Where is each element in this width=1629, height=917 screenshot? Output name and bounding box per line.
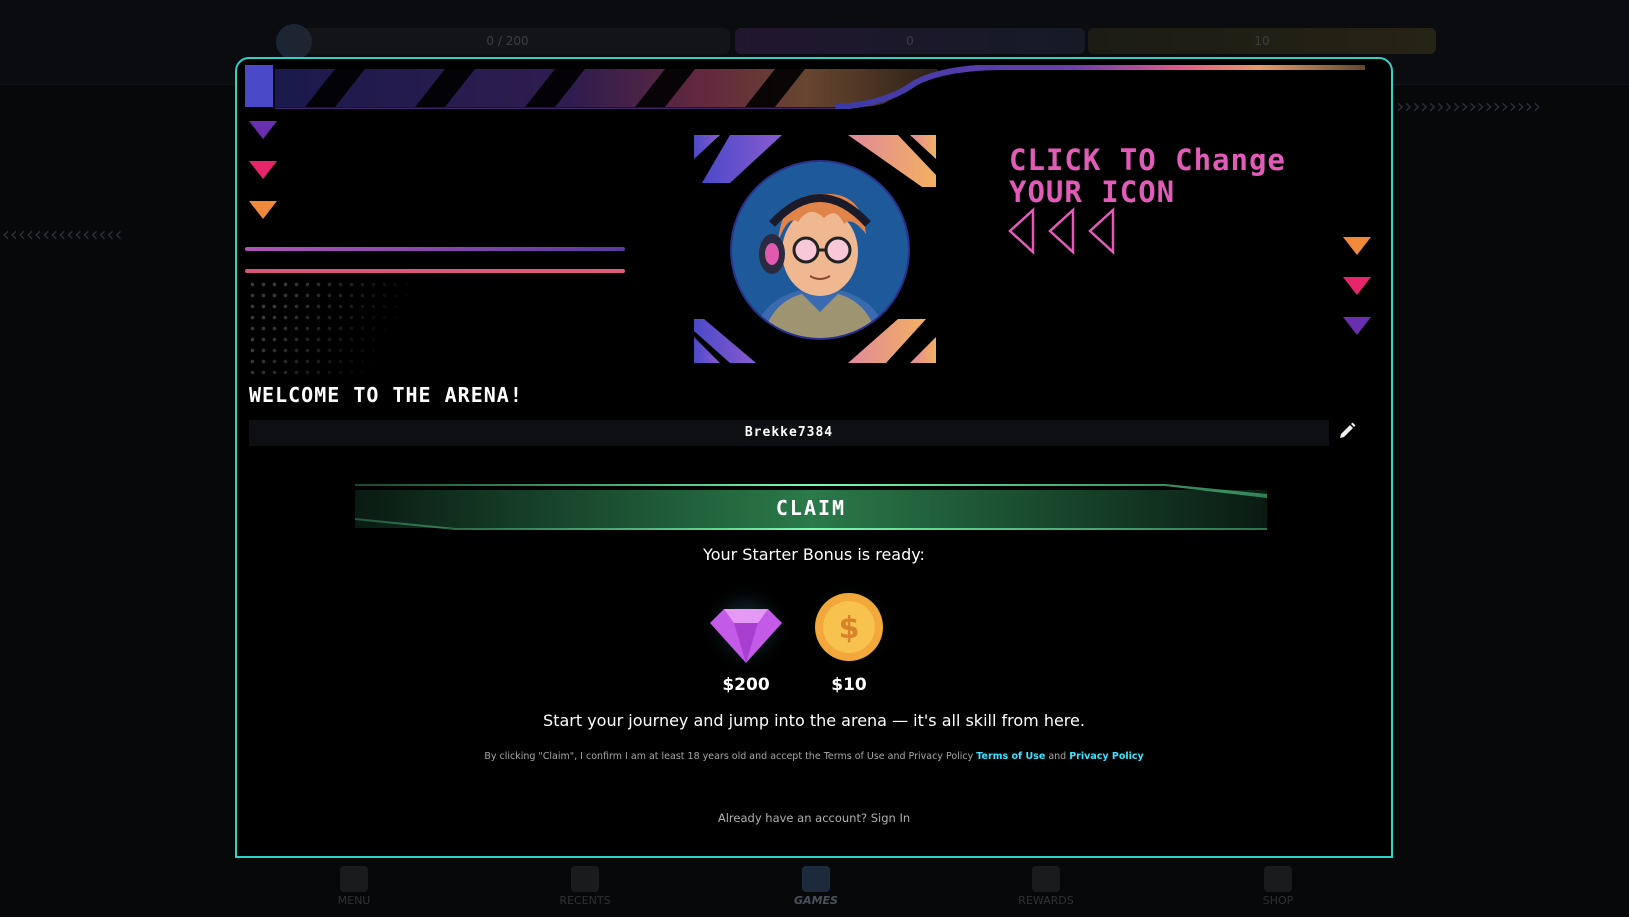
gem-icon [700,581,792,673]
legal-prefix: By clicking "Claim", I confirm I am at l… [484,751,977,762]
privacy-link[interactable]: Privacy Policy [1069,751,1143,762]
dots-decor [247,279,417,374]
left-arrows-icon [1008,207,1115,255]
username-field[interactable]: Brekke7384 [249,420,1329,446]
gems-progress-text: 0 / 200 [486,34,529,48]
triangle-decor [249,201,277,219]
avatar-selector[interactable] [690,131,940,367]
clipboard-icon [571,866,599,892]
change-icon-line2: YOUR ICON [1009,175,1176,209]
coins-stat-bar: 10 [1088,28,1436,54]
triangle-decor [1343,237,1371,255]
coins-stat-text: 10 [1254,34,1270,48]
header-stripe-decor [245,65,1365,109]
nav-recents[interactable]: RECENTS [555,866,615,907]
gems-progress-bar: 0 / 200 [285,28,730,54]
chevrons-decor-right: ›››››››››››››››››› [1394,94,1543,118]
sign-in-link[interactable]: Already have an account? Sign In [237,811,1391,825]
menu-icon [340,866,368,892]
mid-stat-text: 0 [906,34,914,48]
triangle-decor [249,161,277,179]
legal-disclaimer: By clicking "Claim", I confirm I am at l… [237,751,1391,762]
nav-shop[interactable]: SHOP [1248,866,1308,907]
claim-button[interactable]: CLAIM [355,484,1267,532]
claim-label: CLAIM [775,496,847,520]
nav-games-label: GAMES [794,894,838,907]
avatar-image [730,160,910,340]
welcome-modal: CLICK TO Change YOUR ICON WELCOME TO THE… [235,57,1393,858]
nav-rewards[interactable]: REWARDS [1016,866,1076,907]
chevrons-decor-left: ‹‹‹‹‹‹‹‹‹‹‹‹‹‹‹ [0,222,125,246]
svg-text:$: $ [839,611,860,646]
nav-recents-label: RECENTS [559,894,611,907]
nav-menu[interactable]: MENU [324,866,384,907]
edit-pencil-icon[interactable] [1337,421,1357,441]
journey-text: Start your journey and jump into the are… [543,711,1085,730]
nav-games[interactable]: GAMES [786,866,846,907]
reward-coins: $ $10 [799,581,899,695]
coin-icon: $ [803,581,895,673]
mid-stat-bar: 0 [735,28,1085,54]
reward-gems: $200 [696,581,796,695]
triangle-decor [1343,277,1371,295]
shop-icon [1264,866,1292,892]
nav-menu-label: MENU [337,894,371,907]
triangle-decor [249,121,277,139]
welcome-heading: WELCOME TO THE ARENA! [249,383,523,407]
reward-gems-amount: $200 [722,675,770,695]
change-icon-title[interactable]: CLICK TO Change YOUR ICON [1009,144,1286,208]
gift-icon [1032,866,1060,892]
bonus-ready-text: Your Starter Bonus is ready: [703,545,925,564]
line-decor [245,269,625,273]
cards-icon [802,866,830,892]
change-icon-line1: CLICK TO Change [1009,143,1286,177]
reward-coins-amount: $10 [831,675,867,695]
nav-shop-label: SHOP [1262,894,1294,907]
line-decor [245,247,625,251]
terms-link[interactable]: Terms of Use [976,751,1045,762]
triangle-decor [1343,317,1371,335]
nav-rewards-label: REWARDS [1018,894,1074,907]
legal-and: and [1045,751,1070,762]
